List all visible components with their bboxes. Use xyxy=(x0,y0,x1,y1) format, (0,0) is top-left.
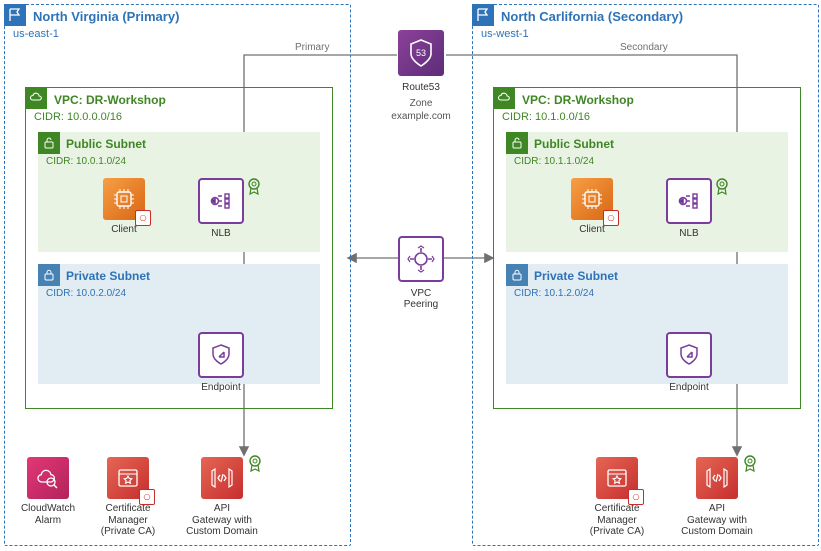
acm-icon: ⎔ xyxy=(107,457,149,499)
vpc-primary-cidr: CIDR: 10.0.0.0/16 xyxy=(34,111,122,123)
api-gateway-label: API Gateway with Custom Domain xyxy=(681,503,753,538)
region-secondary-title: North Carlifornia (Secondary) xyxy=(501,9,683,24)
cloudwatch-label: CloudWatch Alarm xyxy=(21,503,75,526)
vpc-peering-label: VPC Peering xyxy=(404,288,438,310)
padlock-closed-icon xyxy=(38,264,60,286)
resource-badge-icon: ⎔ xyxy=(139,489,155,505)
route53-label: Route53 xyxy=(402,82,440,93)
padlock-open-icon xyxy=(506,132,528,154)
public-subnet-primary: Public Subnet CIDR: 10.0.1.0/24 ⎔ Client… xyxy=(38,132,320,252)
acm-label: Certificate Manager (Private CA) xyxy=(590,503,644,538)
vpc-endpoint-icon xyxy=(666,332,712,378)
vpc-secondary-cidr: CIDR: 10.1.0.0/16 xyxy=(502,111,590,123)
padlock-open-icon xyxy=(38,132,60,154)
nlb-icon xyxy=(198,178,244,224)
route53-block: 53 Route53 Zone example.com xyxy=(378,30,464,123)
certificate-badge-icon xyxy=(244,176,264,196)
client-label: Client xyxy=(111,224,137,236)
acm-secondary: ⎔ Certificate Manager (Private CA) xyxy=(586,457,648,538)
api-gateway-secondary: API Gateway with Custom Domain xyxy=(672,457,762,538)
vpc-secondary-title: VPC: DR-Workshop xyxy=(522,93,634,107)
resource-badge-icon: ⎔ xyxy=(135,210,151,226)
endpoint-primary: Endpoint xyxy=(190,332,252,394)
ec2-instance-icon: ⎔ xyxy=(103,178,145,220)
region-flag-icon xyxy=(472,4,494,26)
route53-icon: 53 xyxy=(398,30,444,76)
padlock-closed-icon xyxy=(506,264,528,286)
acm-primary: ⎔ Certificate Manager (Private CA) xyxy=(97,457,159,538)
nlb-icon xyxy=(666,178,712,224)
resource-badge-icon: ⎔ xyxy=(628,489,644,505)
region-secondary-code: us-west-1 xyxy=(481,28,529,40)
cloudwatch-alarm: CloudWatch Alarm xyxy=(17,457,79,526)
public-subnet-cidr: CIDR: 10.0.1.0/24 xyxy=(46,156,126,167)
private-subnet-cidr: CIDR: 10.0.2.0/24 xyxy=(46,288,126,299)
vpc-icon xyxy=(25,87,47,109)
ec2-instance-icon: ⎔ xyxy=(571,178,613,220)
vpc-primary: VPC: DR-Workshop CIDR: 10.0.0.0/16 Publi… xyxy=(25,87,333,409)
nlb-label: NLB xyxy=(679,228,698,240)
route53-zone: Zone example.com xyxy=(391,97,450,123)
certificate-badge-icon xyxy=(740,453,760,473)
vpc-peering-icon xyxy=(398,236,444,282)
public-subnet-title: Public Subnet xyxy=(534,137,614,151)
endpoint-label: Endpoint xyxy=(201,382,240,394)
region-primary: North Virginia (Primary) us-east-1 VPC: … xyxy=(4,4,351,546)
api-gateway-primary: API Gateway with Custom Domain xyxy=(177,457,267,538)
api-gateway-icon xyxy=(201,457,243,499)
vpc-secondary: VPC: DR-Workshop CIDR: 10.1.0.0/16 Publi… xyxy=(493,87,801,409)
private-subnet-title: Private Subnet xyxy=(534,269,618,283)
region-secondary: North Carlifornia (Secondary) us-west-1 … xyxy=(472,4,819,546)
vpc-endpoint-icon xyxy=(198,332,244,378)
region-primary-code: us-east-1 xyxy=(13,28,59,40)
endpoint-secondary: Endpoint xyxy=(658,332,720,394)
cloudwatch-icon xyxy=(27,457,69,499)
endpoint-label: Endpoint xyxy=(669,382,708,394)
client-secondary: ⎔ Client xyxy=(561,178,623,236)
private-subnet-cidr: CIDR: 10.1.2.0/24 xyxy=(514,288,594,299)
svg-text:53: 53 xyxy=(416,48,426,58)
client-primary: ⎔ Client xyxy=(93,178,155,236)
region-flag-icon xyxy=(4,4,26,26)
private-subnet-primary: Private Subnet CIDR: 10.0.2.0/24 Endpoin… xyxy=(38,264,320,384)
client-label: Client xyxy=(579,224,605,236)
vpc-primary-title: VPC: DR-Workshop xyxy=(54,93,166,107)
private-subnet-title: Private Subnet xyxy=(66,269,150,283)
public-subnet-secondary: Public Subnet CIDR: 10.1.1.0/24 ⎔ Client… xyxy=(506,132,788,252)
acm-icon: ⎔ xyxy=(596,457,638,499)
vpc-peering-block: VPC Peering xyxy=(378,236,464,310)
acm-label: Certificate Manager (Private CA) xyxy=(101,503,155,538)
nlb-secondary: NLB xyxy=(658,178,720,240)
public-subnet-cidr: CIDR: 10.1.1.0/24 xyxy=(514,156,594,167)
resource-badge-icon: ⎔ xyxy=(603,210,619,226)
region-primary-title: North Virginia (Primary) xyxy=(33,9,179,24)
public-subnet-title: Public Subnet xyxy=(66,137,146,151)
api-gateway-icon xyxy=(696,457,738,499)
nlb-label: NLB xyxy=(211,228,230,240)
nlb-primary: NLB xyxy=(190,178,252,240)
private-subnet-secondary: Private Subnet CIDR: 10.1.2.0/24 Endpoin… xyxy=(506,264,788,384)
certificate-badge-icon xyxy=(712,176,732,196)
vpc-icon xyxy=(493,87,515,109)
api-gateway-label: API Gateway with Custom Domain xyxy=(186,503,258,538)
certificate-badge-icon xyxy=(245,453,265,473)
